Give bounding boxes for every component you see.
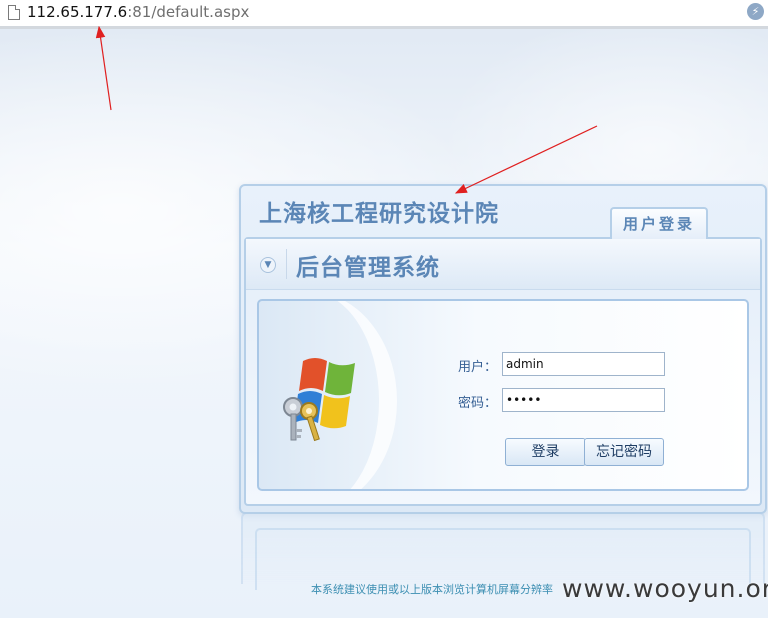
windows-keys-logo [283,358,355,442]
url-path: :81/default.aspx [127,3,250,21]
login-button[interactable]: 登录 [505,438,586,466]
url-host: 112.65.177.6 [27,3,128,21]
system-title-bar: ▼ 后台管理系统 [246,239,760,290]
forgot-password-button[interactable]: 忘记密码 [584,438,664,466]
address-bar[interactable]: 112.65.177.6:81/default.aspx ⚡ [0,0,768,29]
username-input[interactable] [502,352,665,376]
login-form: 用户： 密码： 登录 忘记密码 [257,299,749,491]
tab-user-login[interactable]: 用户登录 [610,207,708,239]
system-title: 后台管理系统 [296,255,440,281]
login-panel: 上海核工程研究设计院 用户登录 ▼ 后台管理系统 用户： admin 密码： •… [239,184,767,514]
password-label: 密码： [458,396,498,411]
footer-note: 本系统建议使用或以上版本浏览计算机屏幕分辨率 [311,583,553,596]
username-label: 用户： [458,360,498,375]
password-input[interactable] [502,388,665,412]
divider [286,249,287,279]
organization-title: 上海核工程研究设计院 [259,201,499,227]
url-text[interactable]: 112.65.177.6:81/default.aspx [27,2,249,22]
watermark: www.wooyun.org [562,574,768,603]
document-icon [8,5,20,20]
bolt-icon[interactable]: ⚡ [747,3,764,20]
login-inner-panel: ▼ 后台管理系统 用户： admin 密码： ••••• 登录 忘记密码 [244,237,762,506]
chevron-down-icon[interactable]: ▼ [260,257,276,273]
